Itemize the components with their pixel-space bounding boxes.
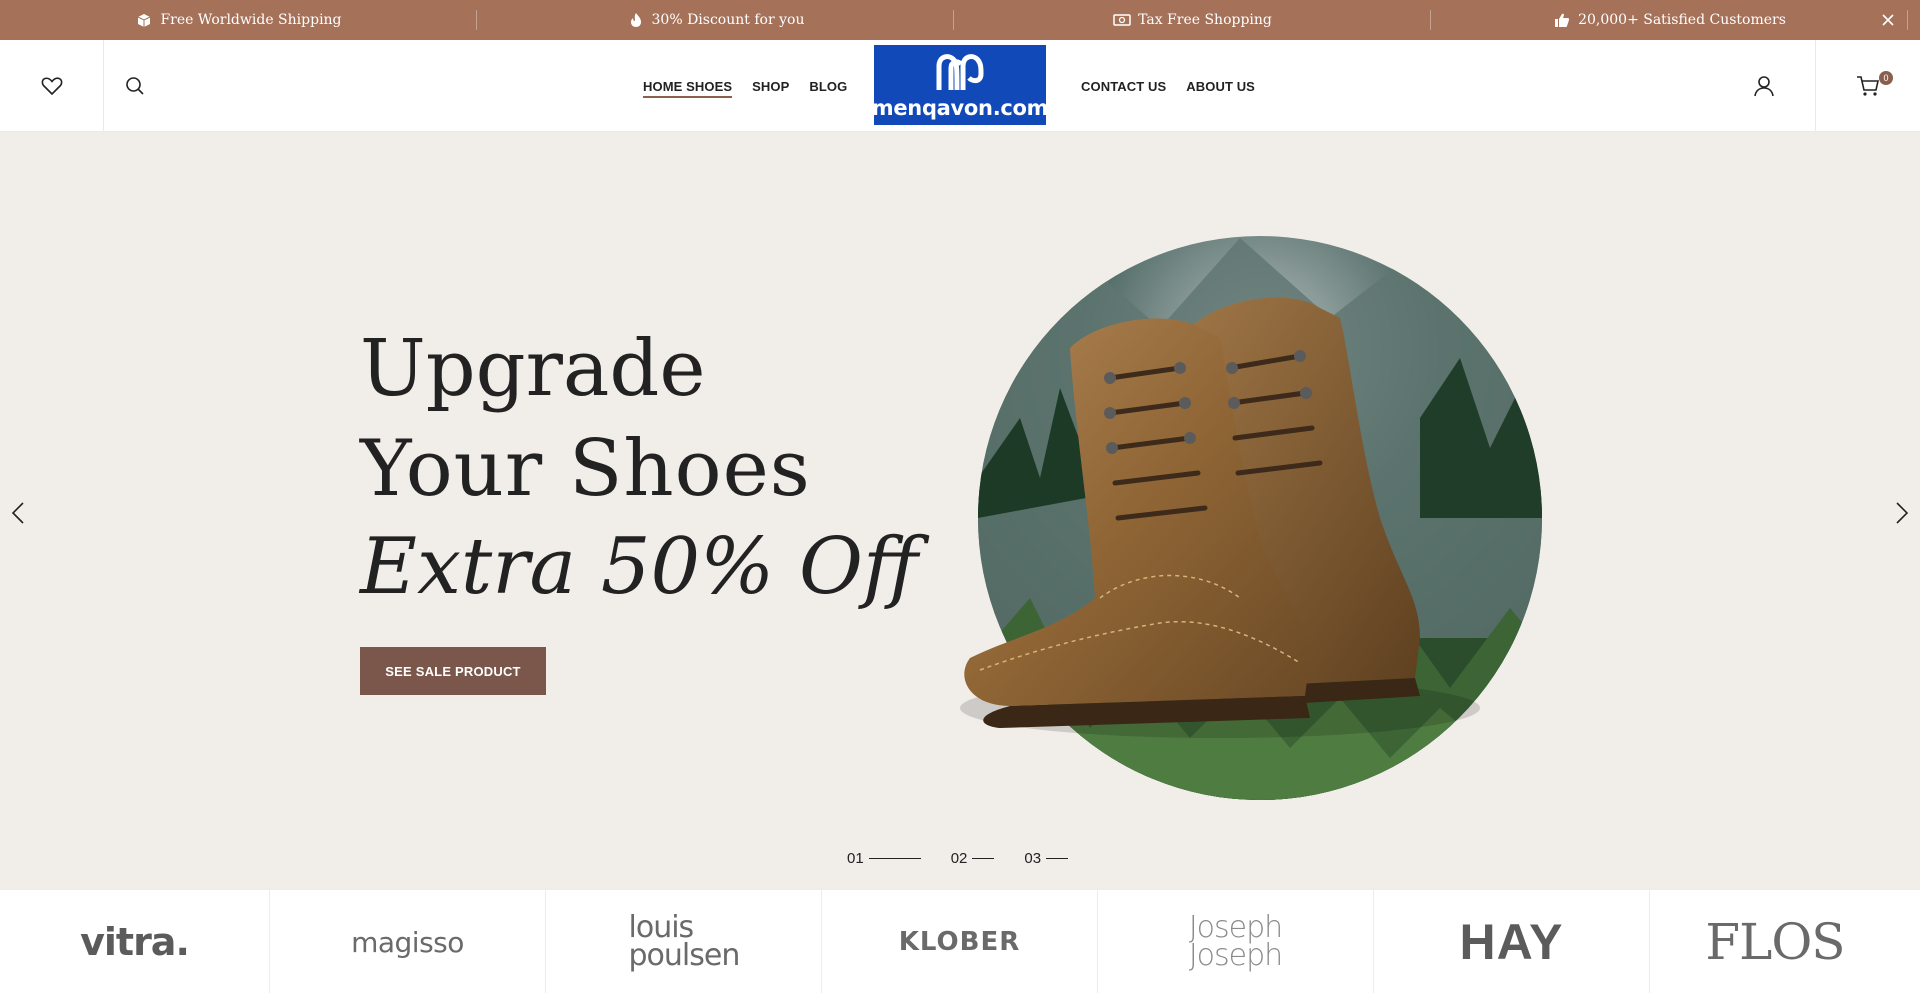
slide-progress-line	[1046, 857, 1069, 860]
nav-link-blog[interactable]: BLOG	[809, 79, 847, 94]
slide-number: 02	[950, 850, 968, 867]
cart-icon	[1857, 76, 1879, 96]
header-right-actions: 0	[1712, 40, 1920, 132]
close-promo-button[interactable]	[1878, 10, 1898, 30]
chevron-left-icon	[11, 502, 24, 524]
promo-item-tax: Tax Free Shopping	[954, 0, 1431, 40]
hero-heading-line2: Your Shoes	[360, 424, 811, 514]
slider-prev-button[interactable]	[6, 498, 30, 528]
brand-name: vitra.	[80, 920, 190, 964]
flame-icon	[627, 11, 645, 29]
search-icon	[126, 77, 144, 95]
slide-indicator-01[interactable]: 01	[847, 850, 921, 867]
wishlist-button[interactable]	[0, 40, 104, 132]
cart-count-badge: 0	[1879, 71, 1893, 85]
nav-link-shop[interactable]: SHOP	[752, 79, 789, 94]
promo-item-shipping: Free Worldwide Shipping	[0, 0, 477, 40]
main-nav-right: CONTACT US ABOUT US	[1081, 40, 1275, 132]
hero-boots-image	[960, 236, 1542, 800]
brand-logos-strip: vitra. magisso louis poulsen KLOBER Jose…	[0, 889, 1920, 993]
account-button[interactable]	[1712, 40, 1816, 132]
promo-item-customers: 20,000+ Satisfied Customers	[1431, 0, 1908, 40]
site-header: HOME SHOES SHOP BLOG menqavon.com CONTAC…	[0, 40, 1920, 132]
promo-text: Free Worldwide Shipping	[160, 12, 342, 28]
nav-link-contact-us[interactable]: CONTACT US	[1081, 79, 1166, 94]
header-left-actions	[0, 40, 166, 132]
promo-bar: Free Worldwide Shipping 30% Discount for…	[0, 0, 1920, 40]
slide-indicator-03[interactable]: 03	[1024, 850, 1069, 867]
logo-mark-icon	[936, 54, 984, 91]
heart-icon	[41, 77, 62, 96]
slider-next-button[interactable]	[1890, 498, 1914, 528]
brand-name: HAY	[1459, 914, 1564, 970]
brand-name: magisso	[351, 925, 464, 959]
brand-name: FLOS	[1705, 913, 1845, 971]
brand-logo-louis-poulsen[interactable]: louis poulsen	[546, 890, 822, 993]
cart-button[interactable]: 0	[1816, 40, 1920, 132]
slide-progress-line	[868, 857, 921, 860]
slider-pagination: 01 02 03	[847, 850, 1098, 867]
promo-item-discount: 30% Discount for you	[477, 0, 954, 40]
brand-name: Joseph Joseph	[1188, 909, 1283, 973]
see-sale-product-button[interactable]: SEE SALE PRODUCT	[360, 647, 546, 695]
promo-text: 30% Discount for you	[651, 12, 805, 28]
slide-number: 01	[847, 850, 864, 867]
brand-logo-vitra[interactable]: vitra.	[0, 890, 270, 993]
site-logo[interactable]: menqavon.com	[871, 45, 1049, 125]
brand-logo-flos[interactable]: FLOS	[1650, 890, 1900, 993]
money-icon	[1113, 11, 1131, 29]
hero-heading-line1: Upgrade	[360, 324, 706, 414]
promo-text: 20,000+ Satisfied Customers	[1578, 12, 1786, 28]
nav-link-home-shoes[interactable]: HOME SHOES	[643, 79, 733, 98]
slide-progress-line	[972, 857, 995, 860]
brand-logo-joseph-joseph[interactable]: Joseph Joseph	[1098, 890, 1374, 993]
box-icon	[135, 11, 153, 29]
chevron-right-icon	[1896, 502, 1909, 524]
thumbs-up-icon	[1553, 11, 1571, 29]
slide-indicator-02[interactable]: 02	[951, 850, 995, 867]
brand-logo-magisso[interactable]: magisso	[270, 890, 546, 993]
user-icon	[1753, 76, 1774, 97]
hero-heading-line3: Extra 50% Off	[360, 522, 919, 612]
search-button[interactable]	[104, 40, 166, 132]
brand-name: louis poulsen	[628, 909, 741, 973]
promo-text: Tax Free Shopping	[1138, 12, 1272, 28]
hero-slider: Upgrade Your Shoes Extra 50% Off SEE SAL…	[0, 132, 1920, 889]
main-nav-left: HOME SHOES SHOP BLOG	[643, 40, 867, 132]
brand-logo-klober[interactable]: KLOBER	[822, 890, 1098, 993]
nav-link-about-us[interactable]: ABOUT US	[1186, 79, 1255, 94]
brand-name: KLOBER	[898, 927, 1021, 957]
logo-text: menqavon.com	[871, 96, 1049, 120]
slide-number: 03	[1024, 850, 1042, 867]
brand-logo-hay[interactable]: HAY	[1374, 890, 1650, 993]
close-icon	[1882, 14, 1894, 26]
